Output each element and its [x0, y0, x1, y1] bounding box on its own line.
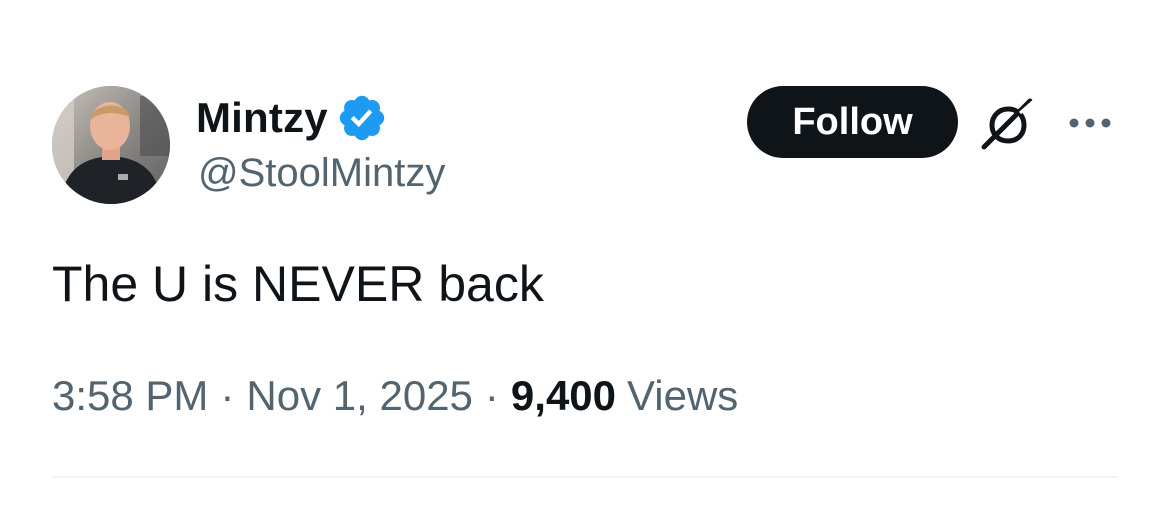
views-count[interactable]: 9,400 [511, 372, 616, 420]
tweet-date[interactable]: Nov 1, 2025 [246, 372, 473, 420]
more-options-icon[interactable] [1066, 108, 1114, 138]
author-name-row[interactable]: Mintzy [196, 92, 388, 144]
tweet: Mintzy @StoolMintzy Follow The U is NEVE… [0, 0, 1169, 510]
display-name[interactable]: Mintzy [196, 94, 328, 142]
grok-icon[interactable] [978, 95, 1038, 155]
tweet-time[interactable]: 3:58 PM [52, 372, 208, 420]
follow-button[interactable]: Follow [747, 86, 958, 158]
meta-separator: · [220, 372, 235, 419]
meta-separator: · [484, 372, 499, 419]
verified-badge-icon [336, 92, 388, 144]
divider [52, 476, 1118, 478]
tweet-meta: 3:58 PM · Nov 1, 2025 · 9,400 Views [52, 372, 738, 420]
handle[interactable]: @StoolMintzy [198, 151, 445, 196]
views-label[interactable]: Views [627, 372, 738, 420]
avatar[interactable] [52, 86, 170, 204]
tweet-text: The U is NEVER back [52, 256, 544, 312]
avatar-image [52, 86, 170, 204]
